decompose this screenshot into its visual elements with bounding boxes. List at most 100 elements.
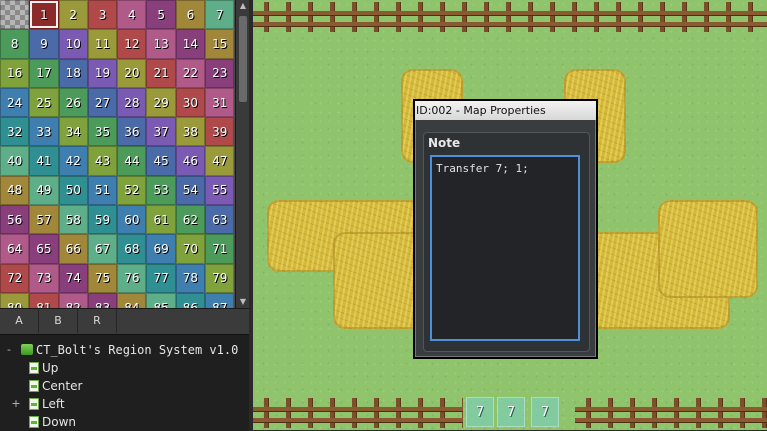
region-palette-tile[interactable]: 32 — [0, 117, 30, 147]
region-palette-tile[interactable]: 85 — [146, 292, 176, 308]
region-palette-tile[interactable]: 69 — [146, 234, 176, 264]
region-palette-tile[interactable]: 63 — [205, 205, 235, 235]
tile-palette[interactable]: 1 2 3 4 5 6 7 8 9 10 11 12 13 14 15 16 17 18 19 20 21 22 23 24 2… — [0, 0, 235, 308]
eraser-tile[interactable] — [0, 0, 30, 30]
region-palette-tile[interactable]: 18 — [58, 58, 88, 88]
scrollbar-thumb[interactable] — [239, 16, 247, 102]
region-palette-tile[interactable]: 31 — [205, 87, 235, 118]
region-palette-tile[interactable]: 84 — [117, 292, 147, 308]
region-palette-tile[interactable]: 9 — [29, 29, 59, 59]
region-palette-tile[interactable]: 65 — [29, 234, 59, 264]
region-palette-tile[interactable]: 73 — [29, 263, 59, 293]
region-palette-tile[interactable]: 87 — [205, 292, 235, 308]
region-palette-tile[interactable]: 72 — [0, 263, 30, 293]
region-palette-tile[interactable]: 8 — [0, 29, 30, 59]
region-palette-tile[interactable]: 66 — [58, 234, 88, 264]
region-palette-tile[interactable]: 79 — [205, 263, 235, 293]
region-palette-tile[interactable]: 33 — [29, 117, 59, 147]
region-palette-tile[interactable]: 16 — [0, 58, 30, 88]
region-palette-tile[interactable]: 3 — [87, 0, 118, 30]
region-palette-tile[interactable]: 21 — [146, 58, 176, 88]
region-palette-tile[interactable]: 81 — [29, 292, 59, 308]
region-palette-tile[interactable]: 82 — [58, 292, 88, 308]
scroll-down-icon[interactable]: ▼ — [236, 296, 250, 308]
region-palette-tile[interactable]: 5 — [146, 0, 176, 30]
region-palette-tile[interactable]: 2 — [58, 0, 88, 30]
expand-icon[interactable]: + — [11, 395, 21, 413]
region-palette-tile[interactable]: 55 — [205, 175, 235, 206]
region-tile[interactable]: 7 — [531, 397, 559, 427]
region-palette-tile[interactable]: 38 — [175, 117, 206, 147]
region-palette-tile[interactable]: 75 — [87, 263, 118, 293]
region-palette-tile[interactable]: 4 — [117, 0, 147, 30]
region-palette-tile[interactable]: 43 — [87, 146, 118, 176]
region-palette-tile[interactable]: 68 — [117, 234, 147, 264]
region-palette-tile[interactable]: 62 — [175, 205, 206, 235]
region-palette-tile[interactable]: 53 — [146, 175, 176, 206]
region-palette-tile[interactable]: 41 — [29, 146, 59, 176]
region-palette-tile[interactable]: 70 — [175, 234, 206, 264]
region-palette-tile[interactable]: 77 — [146, 263, 176, 293]
region-palette-tile[interactable]: 42 — [58, 146, 88, 176]
note-textarea[interactable]: Transfer 7; 1; — [430, 155, 580, 341]
region-palette-tile[interactable]: 50 — [58, 175, 88, 206]
region-palette-tile[interactable]: 78 — [175, 263, 206, 293]
collapse-icon[interactable]: - — [4, 341, 14, 359]
palette-scrollbar[interactable]: ▲ ▼ — [235, 0, 250, 308]
tab-a[interactable]: A — [0, 309, 39, 333]
scroll-up-icon[interactable]: ▲ — [236, 0, 250, 12]
region-palette-tile[interactable]: 26 — [58, 87, 88, 118]
region-palette-tile[interactable]: 67 — [87, 234, 118, 264]
region-palette-tile[interactable]: 24 — [0, 87, 30, 118]
region-palette-tile[interactable]: 12 — [117, 29, 147, 59]
region-palette-tile[interactable]: 30 — [175, 87, 206, 118]
region-palette-tile[interactable]: 80 — [0, 292, 30, 308]
region-palette-tile[interactable]: 17 — [29, 58, 59, 88]
region-palette-tile[interactable]: 13 — [146, 29, 176, 59]
tree-item-up[interactable]: Up — [0, 359, 249, 377]
region-palette-tile[interactable]: 14 — [175, 29, 206, 59]
tile-grid[interactable]: 1 2 3 4 5 6 7 8 9 10 11 12 13 14 15 16 17 18 19 20 21 22 23 24 2… — [0, 0, 235, 308]
region-palette-tile[interactable]: 48 — [0, 175, 30, 206]
region-palette-tile[interactable]: 45 — [146, 146, 176, 176]
region-palette-tile[interactable]: 47 — [205, 146, 235, 176]
region-palette-tile[interactable]: 51 — [87, 175, 118, 206]
region-palette-tile[interactable]: 27 — [87, 87, 118, 118]
region-palette-tile[interactable]: 58 — [58, 205, 88, 235]
region-palette-tile[interactable]: 54 — [175, 175, 206, 206]
tree-item-down[interactable]: Down — [0, 413, 249, 431]
region-palette-tile[interactable]: 37 — [146, 117, 176, 147]
region-palette-tile[interactable]: 39 — [205, 117, 235, 147]
region-palette-tile[interactable]: 23 — [205, 58, 235, 88]
region-palette-tile[interactable]: 64 — [0, 234, 30, 264]
tree-root-row[interactable]: - CT_Bolt's Region System v1.0 — [0, 341, 249, 359]
tree-item-left[interactable]: + Left — [0, 395, 249, 413]
region-palette-tile[interactable]: 11 — [87, 29, 118, 59]
tab-b[interactable]: B — [39, 309, 78, 333]
region-palette-tile[interactable]: 36 — [117, 117, 147, 147]
region-palette-tile[interactable]: 59 — [87, 205, 118, 235]
region-palette-tile[interactable]: 29 — [146, 87, 176, 118]
region-palette-tile[interactable]: 1 — [29, 0, 59, 30]
region-palette-tile[interactable]: 22 — [175, 58, 206, 88]
region-palette-tile[interactable]: 49 — [29, 175, 59, 206]
region-palette-tile[interactable]: 15 — [205, 29, 235, 59]
tree-item-center[interactable]: Center — [0, 377, 249, 395]
region-palette-tile[interactable]: 25 — [29, 87, 59, 118]
region-palette-tile[interactable]: 52 — [117, 175, 147, 206]
region-palette-tile[interactable]: 71 — [205, 234, 235, 264]
region-palette-tile[interactable]: 76 — [117, 263, 147, 293]
region-palette-tile[interactable]: 74 — [58, 263, 88, 293]
region-palette-tile[interactable]: 46 — [175, 146, 206, 176]
region-palette-tile[interactable]: 28 — [117, 87, 147, 118]
region-palette-tile[interactable]: 57 — [29, 205, 59, 235]
region-tile[interactable]: 7 — [497, 397, 525, 427]
region-palette-tile[interactable]: 35 — [87, 117, 118, 147]
region-palette-tile[interactable]: 40 — [0, 146, 30, 176]
region-palette-tile[interactable]: 6 — [175, 0, 206, 30]
region-palette-tile[interactable]: 86 — [175, 292, 206, 308]
region-palette-tile[interactable]: 61 — [146, 205, 176, 235]
region-tile[interactable]: 7 — [466, 397, 494, 427]
tab-r[interactable]: R — [78, 309, 117, 333]
region-palette-tile[interactable]: 56 — [0, 205, 30, 235]
